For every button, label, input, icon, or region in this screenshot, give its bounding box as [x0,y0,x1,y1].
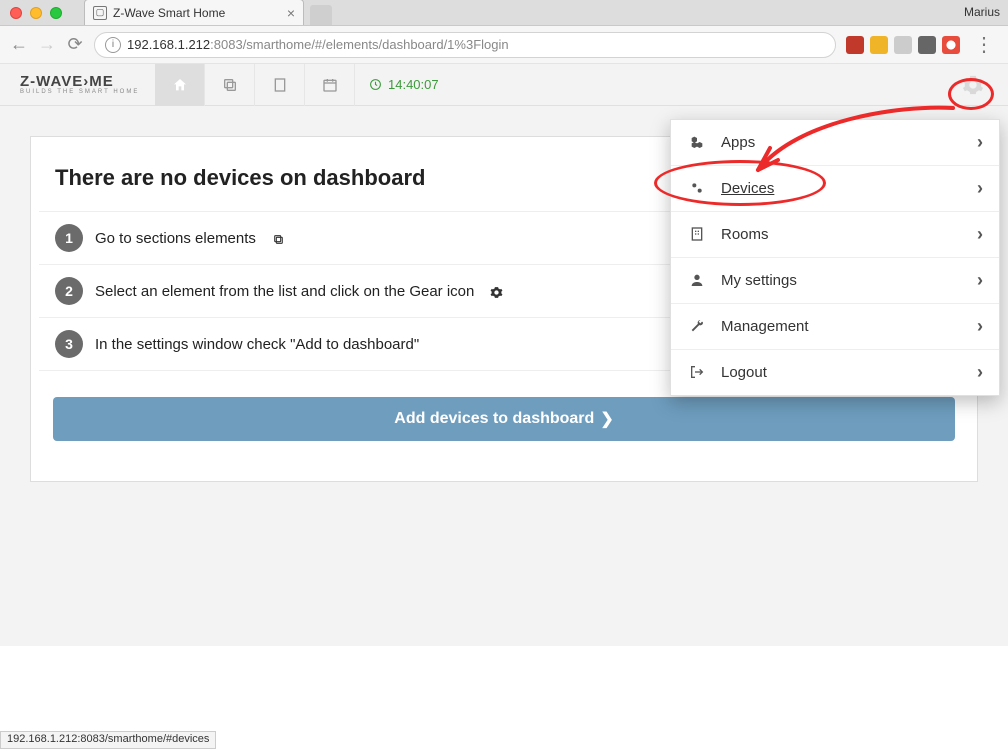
address-host: 192.168.1.212 [127,37,210,52]
dropdown-item-my-settings[interactable]: My settings › [671,258,999,304]
window-controls [10,7,62,19]
chevron-right-icon: › [977,178,983,199]
profile-name[interactable]: Marius [964,5,1000,19]
clock-icon [369,78,382,91]
dropdown-label: Logout [721,364,767,381]
extension-cast-icon[interactable] [918,36,936,54]
extension-opera-icon[interactable] [942,36,960,54]
browser-toolbar: ← → ⟳ i 192.168.1.212:8083/smarthome/#/e… [0,26,1008,64]
chevron-right-icon: › [977,316,983,337]
site-info-icon[interactable]: i [105,37,121,53]
calendar-icon [322,77,338,93]
address-text: 192.168.1.212:8083/smarthome/#/elements/… [127,37,509,52]
tab-close-icon[interactable]: × [287,5,295,21]
header-clock: 14:40:07 [369,77,439,92]
chevron-right-icon: › [977,224,983,245]
new-tab-button[interactable] [310,5,332,25]
step-number: 3 [55,330,83,358]
status-url: 192.168.1.212:8083/smarthome/#devices [7,733,209,745]
dropdown-label: Apps [721,134,755,151]
nav-reload-button[interactable]: ⟳ [66,34,84,55]
nav-events-button[interactable] [305,64,355,106]
settings-dropdown: Apps › Devices › Rooms › My settings › M… [670,119,1000,396]
chevron-right-icon: ❯ [600,409,613,429]
cubes-icon [687,134,707,152]
gear-icon [962,74,984,96]
address-port: :8083 [210,37,243,52]
step-text: In the settings window check "Add to das… [95,336,419,353]
step-number: 1 [55,224,83,252]
extension-icons [846,36,960,54]
app-logo[interactable]: Z-WAVE›ME BUILDS THE SMART HOME [0,74,155,95]
clock-value: 14:40:07 [388,77,439,92]
chevron-right-icon: › [977,362,983,383]
header-nav [155,64,355,105]
gears-icon [687,180,707,198]
dropdown-item-devices[interactable]: Devices › [671,166,999,212]
tab-strip: ▢ Z-Wave Smart Home × [84,0,332,25]
dropdown-item-logout[interactable]: Logout › [671,350,999,395]
nav-home-button[interactable] [155,64,205,106]
nav-back-button[interactable]: ← [10,34,28,55]
copy-icon [272,230,285,245]
step-text: Go to sections elements [95,230,256,247]
dropdown-label: Rooms [721,226,769,243]
extension-cors-icon[interactable] [846,36,864,54]
step-number: 2 [55,277,83,305]
nav-rooms-button[interactable] [255,64,305,106]
extension-off-icon[interactable] [870,36,888,54]
browser-titlebar: ▢ Z-Wave Smart Home × Marius [0,0,1008,26]
add-devices-button[interactable]: Add devices to dashboard ❯ [53,397,955,441]
logo-main: Z-WAVE›ME [20,73,114,90]
tab-title: Z-Wave Smart Home [113,6,225,20]
building-icon [687,226,707,244]
building-icon [272,77,288,93]
chevron-right-icon: › [977,270,983,291]
add-devices-label: Add devices to dashboard [394,410,594,428]
browser-status-bar: 192.168.1.212:8083/smarthome/#devices [0,731,216,749]
step-text: Select an element from the list and clic… [95,283,474,300]
gear-icon [490,283,503,298]
close-window-button[interactable] [10,7,22,19]
nav-forward-button[interactable]: → [38,34,56,55]
home-icon [172,77,188,93]
address-path: /smarthome/#/elements/dashboard/1%3Flogi… [243,37,509,52]
maximize-window-button[interactable] [50,7,62,19]
dropdown-label: Devices [721,180,774,197]
dropdown-item-apps[interactable]: Apps › [671,120,999,166]
dropdown-item-rooms[interactable]: Rooms › [671,212,999,258]
copy-icon [222,77,238,93]
logout-icon [687,364,707,382]
dropdown-item-management[interactable]: Management › [671,304,999,350]
tab-favicon: ▢ [93,6,107,20]
address-bar[interactable]: i 192.168.1.212:8083/smarthome/#/element… [94,32,836,58]
browser-menu-button[interactable]: ⋮ [970,32,998,57]
chevron-right-icon: › [977,132,983,153]
user-icon [687,272,707,290]
settings-gear-wrap [938,64,1008,106]
wrench-icon [687,318,707,336]
app-header: Z-WAVE›ME BUILDS THE SMART HOME 14:40:07 [0,64,1008,106]
browser-tab-active[interactable]: ▢ Z-Wave Smart Home × [84,0,304,25]
dropdown-label: My settings [721,272,797,289]
nav-elements-button[interactable] [205,64,255,106]
settings-button[interactable] [962,74,984,96]
dropdown-label: Management [721,318,809,335]
logo-sub: BUILDS THE SMART HOME [20,89,155,95]
minimize-window-button[interactable] [30,7,42,19]
extension-drive-icon[interactable] [894,36,912,54]
